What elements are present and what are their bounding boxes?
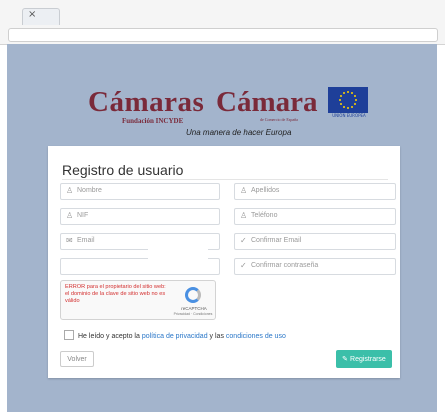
eu-flag-icon xyxy=(328,87,368,113)
user-icon: ♙ xyxy=(240,186,248,195)
terms-and: y las xyxy=(209,333,224,340)
registration-card: Registro de usuario ♙ Nombre ♙ Apellidos… xyxy=(48,146,400,378)
autofill-overlay xyxy=(148,244,208,274)
nombre-field[interactable]: ♙ Nombre xyxy=(60,183,220,200)
nif-placeholder: NIF xyxy=(77,212,89,219)
email-placeholder: Email xyxy=(77,237,95,244)
user-icon: ♙ xyxy=(66,186,74,195)
check-icon: ✓ xyxy=(240,236,247,245)
camara-logo: Cámara de Comercio de España xyxy=(216,86,326,123)
close-tab-icon[interactable]: × xyxy=(28,9,36,20)
register-label: Registrarse xyxy=(350,356,386,363)
camara-logo-text: Cámara xyxy=(216,86,318,118)
privacy-policy-link[interactable]: política de privacidad xyxy=(142,333,208,340)
conditions-link[interactable]: condiciones de uso xyxy=(226,333,286,340)
terms-checkbox[interactable] xyxy=(64,330,74,340)
camaras-logo-subtitle: Fundación INCYDE xyxy=(122,117,184,125)
browser-chrome: × xyxy=(0,0,445,45)
tagline: Una manera de hacer Europa xyxy=(186,128,292,137)
phone-icon: ♙ xyxy=(240,211,248,220)
camaras-logo: Cámaras Fundación INCYDE xyxy=(88,86,208,126)
register-icon: ✎ xyxy=(342,355,349,363)
terms-row: He leído y acepto la política de privaci… xyxy=(64,330,286,340)
terms-prefix: He leído y acepto la xyxy=(78,333,140,340)
nif-field[interactable]: ♙ NIF xyxy=(60,208,220,225)
camaras-logo-text: Cámaras xyxy=(88,86,205,118)
check-icon: ✓ xyxy=(240,261,247,270)
envelope-icon: ✉ xyxy=(66,236,73,245)
confirm-email-placeholder: Confirmar Email xyxy=(251,237,302,244)
apellidos-placeholder: Apellidos xyxy=(251,187,280,194)
apellidos-field[interactable]: ♙ Apellidos xyxy=(234,183,396,200)
telefono-placeholder: Teléfono xyxy=(251,212,278,219)
telefono-field[interactable]: ♙ Teléfono xyxy=(234,208,396,225)
eu-caption: UNIÓN EUROPEA xyxy=(332,113,366,118)
id-icon: ♙ xyxy=(66,211,74,220)
confirm-password-placeholder: Confirmar contraseña xyxy=(251,262,319,269)
confirm-password-field[interactable]: ✓ Confirmar contraseña xyxy=(234,258,396,275)
nombre-placeholder: Nombre xyxy=(77,187,102,194)
title-divider xyxy=(62,179,388,180)
register-button[interactable]: ✎ Registrarse xyxy=(336,350,392,368)
form-title: Registro de usuario xyxy=(62,162,184,178)
confirm-email-field[interactable]: ✓ Confirmar Email xyxy=(234,233,396,250)
address-bar[interactable] xyxy=(8,28,438,42)
recaptcha-error: ERROR para el propietario del sitio web:… xyxy=(65,284,166,304)
recaptcha-icon xyxy=(185,287,201,303)
back-button[interactable]: Volver xyxy=(60,351,94,367)
recaptcha-widget[interactable]: ERROR para el propietario del sitio web:… xyxy=(60,280,216,320)
recaptcha-brand: reCAPTCHA xyxy=(181,306,207,311)
recaptcha-links[interactable]: Privacidad · Condiciones xyxy=(173,312,213,316)
